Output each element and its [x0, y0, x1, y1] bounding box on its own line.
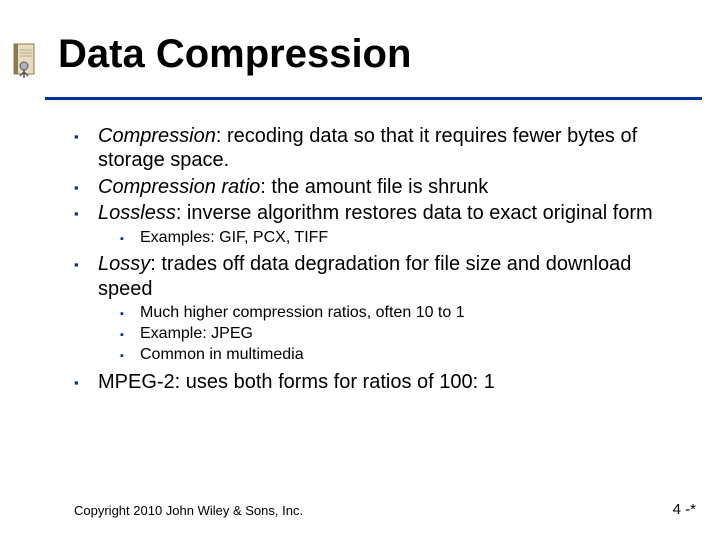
bullet-mark-icon: ▪: [74, 175, 98, 199]
term: Lossless: [98, 202, 176, 224]
bullet-mark-icon: ▪: [74, 124, 98, 173]
sub-bullet: ▪ Examples: GIF, PCX, TIFF: [120, 228, 690, 249]
term: Compression ratio: [98, 176, 260, 198]
sub-text: Common in multimedia: [140, 345, 304, 366]
bullet-mark-icon: ▪: [74, 370, 98, 394]
book-icon: [10, 42, 40, 82]
definition: : inverse algorithm restores data to exa…: [176, 202, 653, 224]
sub-bullet-mark-icon: ▪: [120, 303, 140, 324]
sub-text: Much higher compression ratios, often 10…: [140, 303, 465, 324]
bullet-text: MPEG-2: uses both forms for ratios of 10…: [98, 370, 690, 394]
slide-content: ▪ Compression: recoding data so that it …: [74, 124, 690, 396]
sub-text: Examples: GIF, PCX, TIFF: [140, 228, 328, 249]
term: Lossy: [98, 253, 150, 275]
definition: : trades off data degradation for file s…: [98, 253, 631, 299]
sub-text: Example: JPEG: [140, 324, 253, 345]
bullet-lossy: ▪ Lossy: trades off data degradation for…: [74, 252, 690, 301]
sub-bullet-mark-icon: ▪: [120, 228, 140, 249]
term: Compression: [98, 125, 216, 147]
sub-bullet-mark-icon: ▪: [120, 345, 140, 366]
bullet-compression-ratio: ▪ Compression ratio: the amount file is …: [74, 175, 690, 199]
footer-page-number: 4 -*: [673, 501, 696, 518]
bullet-compression: ▪ Compression: recoding data so that it …: [74, 124, 690, 173]
bullet-lossless: ▪ Lossless: inverse algorithm restores d…: [74, 201, 690, 225]
footer-copyright: Copyright 2010 John Wiley & Sons, Inc.: [74, 503, 303, 518]
sub-bullet: ▪ Much higher compression ratios, often …: [120, 303, 690, 324]
sub-bullet: ▪ Common in multimedia: [120, 345, 690, 366]
sub-bullet-mark-icon: ▪: [120, 324, 140, 345]
bullet-mark-icon: ▪: [74, 201, 98, 225]
title-rule: [45, 97, 702, 100]
sub-bullet: ▪ Example: JPEG: [120, 324, 690, 345]
bullet-mark-icon: ▪: [74, 252, 98, 301]
slide-title: Data Compression: [58, 32, 411, 77]
bullet-mpeg2: ▪ MPEG-2: uses both forms for ratios of …: [74, 370, 690, 394]
definition: : the amount file is shrunk: [260, 176, 488, 198]
